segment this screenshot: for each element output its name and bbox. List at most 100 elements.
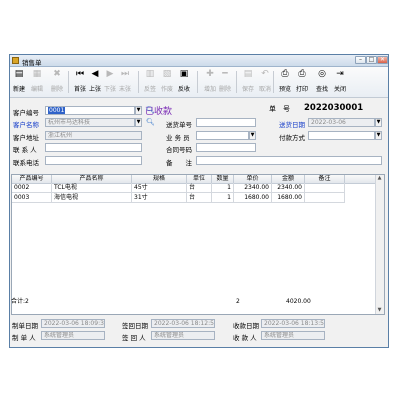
customer-addr-input[interactable]: 浙江杭州 [45, 131, 142, 140]
toolbar-receive-button[interactable]: ▣ 反收 [177, 69, 191, 93]
next-icon: ▶ [106, 69, 114, 79]
printer-icon: ⎙ [298, 69, 306, 79]
undo-icon: ↶ [261, 69, 269, 79]
receiver-field: 系统管理员 [261, 331, 325, 340]
table-cell[interactable]: 2340.00 [272, 183, 305, 193]
toolbar-delete-label: 删除 [50, 86, 63, 93]
add-row-icon: ✚ [206, 69, 214, 79]
toolbar-find-button[interactable]: ◎ 查找 [315, 69, 329, 93]
ship-no-label: 送货单号 [166, 121, 192, 129]
remark-input[interactable] [196, 156, 382, 165]
receive-date-field: 2022-03-06 18:13:50 [261, 319, 325, 328]
customer-code-input[interactable]: 0001 [45, 106, 135, 115]
scroll-up-icon[interactable]: ▲ [376, 175, 383, 182]
table-cell[interactable]: 45寸 [132, 183, 187, 193]
toolbar-delrow-label: 删除 [218, 86, 231, 93]
table-cell[interactable]: 0003 [12, 193, 52, 203]
ship-date-input[interactable]: 2022-03-06 [308, 118, 375, 127]
customer-search-icon[interactable]: 🔍︎ [146, 106, 155, 115]
window-title: 销售单 [22, 58, 42, 67]
salesman-label: 业 务 员 [166, 134, 190, 142]
toolbar-separator [138, 71, 139, 93]
receive-icon: ▣ [179, 69, 189, 79]
toolbar-delete-button[interactable]: ✖ 删除 [50, 69, 64, 93]
close-window-button[interactable]: ✕ [377, 56, 388, 64]
receiver-label: 收 款 人 [233, 334, 257, 342]
table-cell[interactable]: 1680.00 [272, 193, 305, 203]
table-cell[interactable]: 台 [187, 193, 212, 203]
customer-name-search-icon[interactable]: 🔍︎ [146, 118, 155, 127]
column-header[interactable]: 单位 [187, 175, 212, 183]
column-header[interactable]: 金额 [272, 175, 305, 183]
ship-no-input[interactable] [196, 118, 256, 127]
toolbar-new-button[interactable]: ▤ 新建 [12, 69, 26, 93]
total-qty: 2 [236, 298, 240, 305]
table-cell[interactable]: 1 [212, 183, 234, 193]
table-cell[interactable]: 1680.00 [234, 193, 272, 203]
grid-vertical-scrollbar[interactable]: ▲ ▼ [375, 175, 384, 314]
customer-addr-label: 客户地址 [13, 134, 39, 142]
table-cell[interactable]: 台 [187, 183, 212, 193]
app-icon [12, 57, 19, 64]
toolbar-approve-button[interactable]: ▥ 反签 [143, 69, 157, 93]
table-cell[interactable]: 31寸 [132, 193, 187, 203]
minimize-button[interactable]: – [355, 56, 366, 64]
column-header[interactable]: 单价 [234, 175, 272, 183]
toolbar-receive-label: 反收 [177, 86, 190, 93]
toolbar-void-button[interactable]: ▧ 作废 [160, 69, 174, 93]
prev-icon: ◀ [91, 69, 99, 79]
contact-label: 联 系 人 [13, 146, 37, 154]
toolbar-close-button[interactable]: ⇥ 关闭 [333, 69, 347, 93]
column-header[interactable]: 产品名称 [52, 175, 132, 183]
table-cell[interactable]: 海信电视 [52, 193, 132, 203]
toolbar-edit-button[interactable]: ▦ 编辑 [30, 69, 44, 93]
table-cell[interactable]: TCL电视 [52, 183, 132, 193]
toolbar-delrow-button[interactable]: ━ 删除 [218, 69, 232, 93]
customer-code-value: 0001 [48, 107, 66, 114]
last-icon: ⏭ [120, 69, 130, 79]
toolbar-edit-label: 编辑 [30, 86, 43, 93]
contract-input[interactable] [196, 143, 256, 152]
column-header[interactable]: 规格 [132, 175, 187, 183]
toolbar: ▤ 新建 ▦ 编辑 ✖ 删除 ⏮ 首张 ◀ 上张 ▶ 下张 ⏭ 末张 ▥ 反签 ▧ 作废 ▣ 反收 ✚ 增加 ━ 删除 ▤ 保存 ↶… [10, 67, 388, 98]
toolbar-last-label: 末张 [118, 86, 131, 93]
column-header[interactable]: 数量 [212, 175, 234, 183]
phone-input[interactable] [45, 156, 142, 165]
table-cell[interactable]: 0002 [12, 183, 52, 193]
customer-code-dropdown[interactable]: ▼ [135, 106, 142, 115]
contact-input[interactable] [45, 143, 142, 152]
customer-name-input[interactable]: 杭州市马达科技 [45, 118, 135, 127]
preview-icon: ⎙ [281, 69, 289, 79]
creator-label: 制 单 人 [12, 334, 36, 342]
creator-field: 系统管理员 [41, 331, 105, 340]
total-amount: 4020.00 [286, 298, 311, 305]
pay-input[interactable] [308, 131, 375, 140]
toolbar-save-button[interactable]: ▤ 保存 [241, 69, 255, 93]
ship-date-dropdown[interactable]: ▼ [375, 118, 382, 127]
void-icon: ▧ [162, 69, 172, 79]
maximize-button[interactable]: □ [366, 56, 377, 64]
table-cell[interactable]: 2340.00 [234, 183, 272, 193]
table-row[interactable]: 0003 海信电视 31寸台 1 1680.00 1680.00 [12, 193, 384, 203]
approver-field: 系统管理员 [151, 331, 215, 340]
customer-name-dropdown[interactable]: ▼ [135, 118, 142, 127]
salesman-input[interactable] [196, 131, 249, 140]
column-header[interactable]: 产品编号 [12, 175, 52, 183]
toolbar-print-label: 打印 [295, 86, 308, 93]
table-cell[interactable] [305, 193, 345, 203]
table-cell[interactable] [305, 183, 345, 193]
toolbar-last-button[interactable]: ⏭ 末张 [118, 69, 132, 93]
scroll-down-icon[interactable]: ▼ [376, 307, 383, 314]
line-items-grid[interactable]: 产品编号 产品名称 规格 单位 数量 单价 金额 备注 0002 TCL电视 45寸台 1 2340.… [11, 174, 385, 315]
pay-dropdown[interactable]: ▼ [375, 131, 382, 140]
title-bar: 销售单 – □ ✕ [10, 55, 388, 67]
toolbar-cancel-button[interactable]: ↶ 取消 [258, 69, 272, 93]
salesman-dropdown[interactable]: ▼ [249, 131, 256, 140]
approve-icon: ▥ [145, 69, 155, 79]
table-row[interactable]: 0002 TCL电视 45寸台 1 2340.00 2340.00 [12, 183, 384, 193]
toolbar-print-button[interactable]: ⎙ 打印 [295, 69, 309, 93]
column-header[interactable]: 备注 [305, 175, 345, 183]
table-cell[interactable]: 1 [212, 193, 234, 203]
save-icon: ▤ [243, 69, 253, 79]
toolbar-preview-button[interactable]: ⎙ 预览 [278, 69, 292, 93]
